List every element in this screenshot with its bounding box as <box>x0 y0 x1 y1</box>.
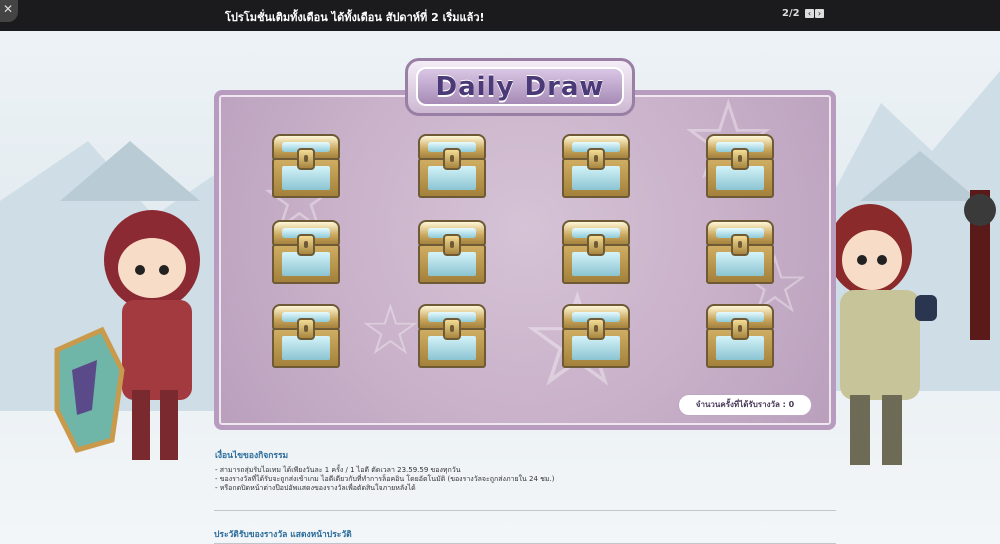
treasure-chest-icon[interactable] <box>704 220 776 286</box>
treasure-chest-icon[interactable] <box>560 220 632 286</box>
divider <box>214 510 836 511</box>
character-warrior-right <box>820 190 1000 490</box>
reward-count-badge: จำนวนครั้งที่ได้รับรางวัล : 0 <box>678 394 812 416</box>
treasure-chest-icon[interactable] <box>270 220 342 286</box>
treasure-chest-icon[interactable] <box>560 134 632 200</box>
conditions-heading: เงื่อนไขของกิจกรรม <box>215 451 289 461</box>
condition-line: - ของรางวัลที่ได้รับจะถูกส่งเข้าเกม ไอดี… <box>215 475 555 483</box>
character-knight-left <box>52 190 222 490</box>
treasure-chest-icon[interactable] <box>704 304 776 370</box>
daily-draw-header: Daily Draw <box>405 58 635 116</box>
top-notice-bar: ✕ โปรโมชั่นเติมทั้งเดือน ได้ทั้งเดือน สั… <box>0 0 1000 31</box>
notice-pager: 2/2 <box>782 8 800 19</box>
treasure-chest-icon[interactable] <box>704 134 776 200</box>
ribbon-icon[interactable]: ✕ <box>0 0 18 22</box>
treasure-chest-icon[interactable] <box>270 134 342 200</box>
condition-line: - สามารถสุ่มรับไอเทม ได้เพียงวันละ 1 ครั… <box>215 466 461 474</box>
conditions-section: เงื่อนไขของกิจกรรม - สามารถสุ่มรับไอเทม … <box>215 448 835 493</box>
treasure-chest-icon[interactable] <box>560 304 632 370</box>
treasure-chest-icon[interactable] <box>270 304 342 370</box>
page-title: Daily Draw <box>435 71 605 102</box>
treasure-chest-icon[interactable] <box>416 304 488 370</box>
notice-title[interactable]: โปรโมชั่นเติมทั้งเดือน ได้ทั้งเดือน สัปด… <box>225 8 485 26</box>
chest-grid <box>270 134 780 370</box>
daily-draw-header-inner: Daily Draw <box>416 67 624 106</box>
treasure-chest-icon[interactable] <box>416 134 488 200</box>
prize-history-link[interactable]: ประวัติรับของรางวัล แสดงหน้าประวัติ <box>214 527 352 541</box>
chevron-left-icon[interactable]: ‹ <box>805 9 814 18</box>
treasure-chest-icon[interactable] <box>416 220 488 286</box>
chevron-right-icon[interactable]: › <box>815 9 824 18</box>
condition-line: - หรือกดปิดหน้าต่างป๊อปอัพแสดงของรางวัลเ… <box>215 484 416 492</box>
